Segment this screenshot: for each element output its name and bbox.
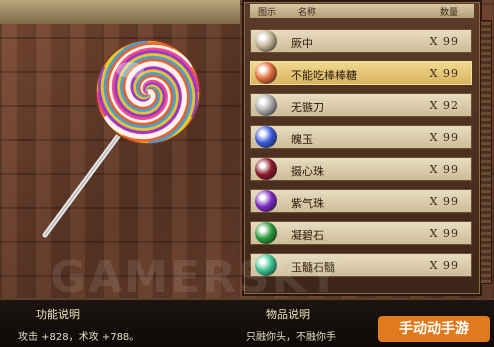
item-name: 不能吃棒棒糖 [291,69,357,82]
item-quantity: X 99 [429,259,459,272]
site-logo: 手动动手游 [378,316,490,342]
dark-red-orb-icon [255,158,277,180]
item-title: 物品说明 [266,308,310,321]
item-name: 摄心珠 [291,165,324,178]
purple-orb-icon [255,190,277,212]
function-title: 功能说明 [36,308,80,321]
item-quantity: X 92 [429,99,459,112]
item-quantity: X 99 [429,35,459,48]
item-row[interactable]: 摄心珠 X 99 [250,157,472,181]
item-row[interactable]: 紫气珠 X 99 [250,189,472,213]
header-qty-column: 数量 [440,8,459,18]
green-stone-icon [255,222,277,244]
item-name: 紫气珠 [291,197,324,210]
top-frame [0,0,240,24]
sword-icon [255,30,277,52]
item-name: 无镞刀 [291,101,324,114]
item-row[interactable]: 厥中 X 99 [250,29,472,53]
item-name: 厥中 [291,37,313,50]
function-description: 功能说明 攻击 +828，术攻 +788。 [18,306,139,343]
function-text: 攻击 +828，术攻 +788。 [18,332,140,343]
item-description: 物品说明 只融你头，不融你手 [246,306,336,343]
lollipop-icon [255,62,277,84]
item-quantity: X 99 [429,195,459,208]
item-list-header: 图示 名称 数量 [250,4,474,18]
item-name: 凝碧石 [291,229,324,242]
item-row[interactable]: 凝碧石 X 99 [250,221,472,245]
item-quantity: X 99 [429,131,459,144]
lollipop-illustration [42,39,201,238]
watermark: GAMERSKY [50,252,342,303]
item-quantity: X 99 [429,67,459,80]
item-row[interactable]: 不能吃棒棒糖 X 99 [250,61,472,85]
list-scrollbar[interactable] [480,20,492,284]
item-name: 魄玉 [291,133,313,146]
item-row[interactable]: 魄玉 X 99 [250,125,472,149]
blade-icon [255,94,277,116]
blue-orb-icon [255,126,277,148]
header-icon-column: 图示 [258,8,277,18]
item-text: 只融你头，不融你手 [246,332,336,343]
header-name-column: 名称 [298,8,317,18]
item-row[interactable]: 无镞刀 X 92 [250,93,472,117]
item-quantity: X 99 [429,163,459,176]
item-quantity: X 99 [429,227,459,240]
